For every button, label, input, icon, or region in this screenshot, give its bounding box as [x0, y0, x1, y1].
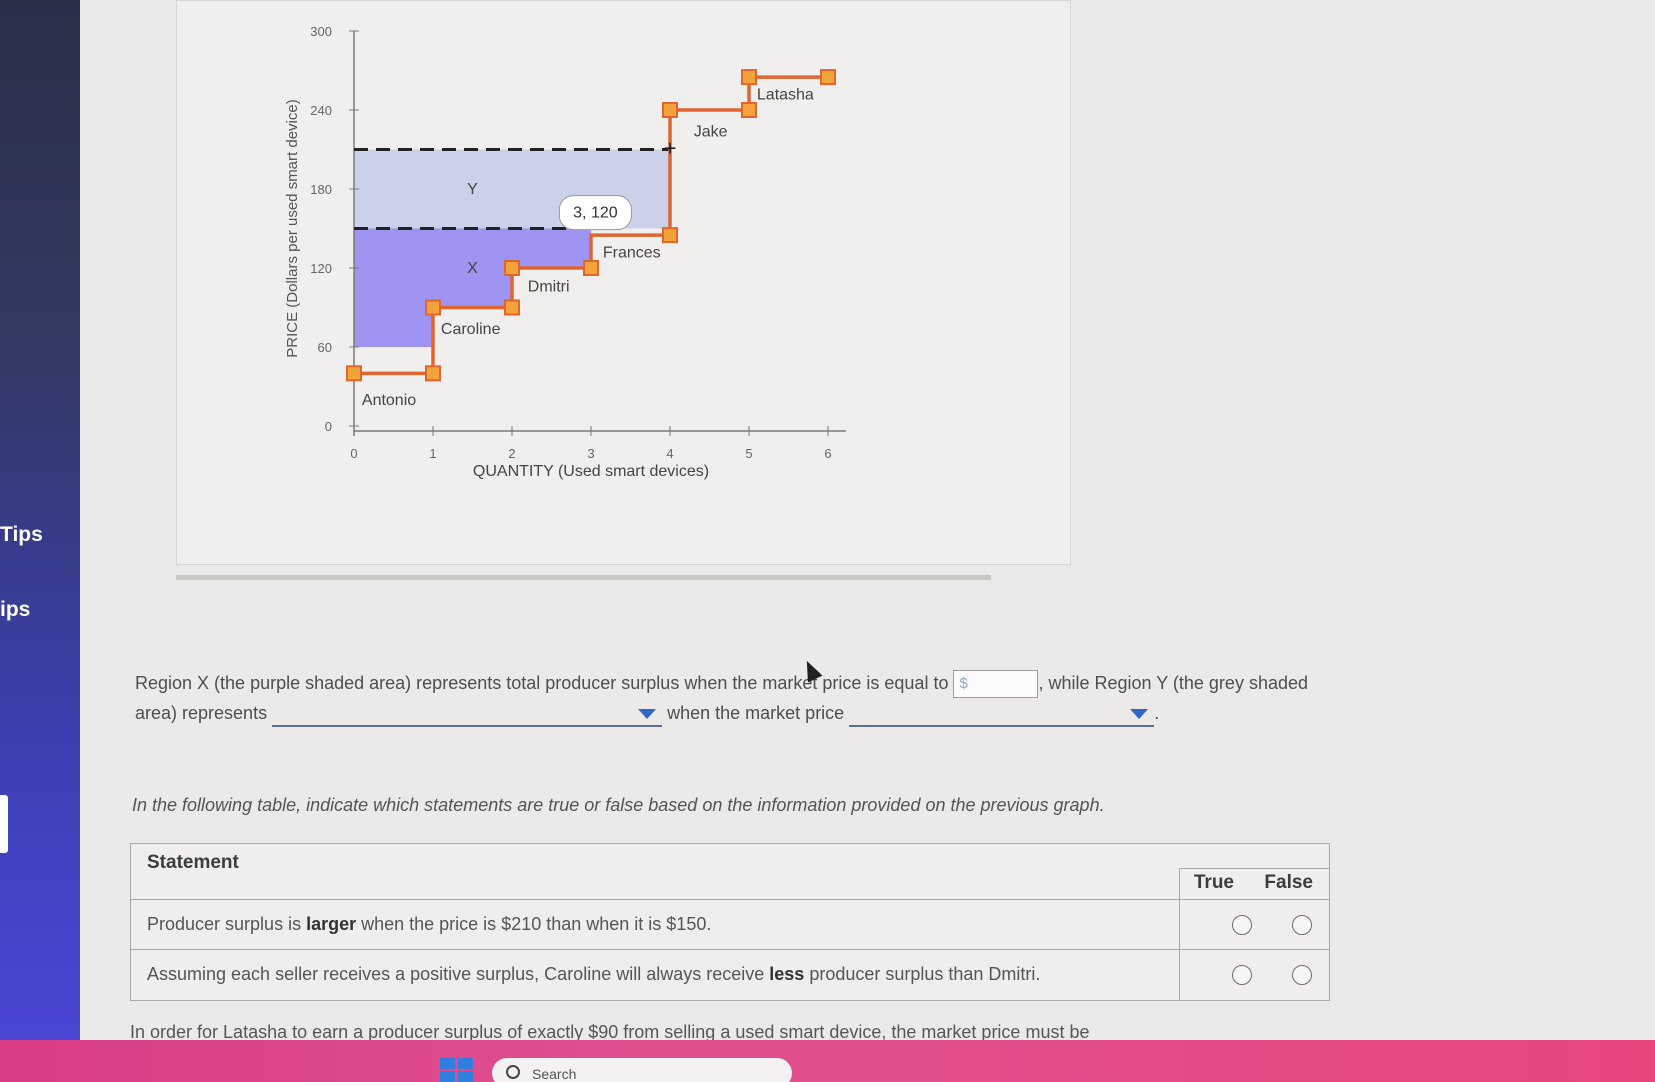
seller-label: Latasha [757, 86, 814, 103]
supply-point-marker [662, 102, 678, 118]
market-price-dropdown[interactable] [849, 703, 1155, 727]
question-text-5: . [1154, 703, 1160, 724]
fill-in-question: Region X (the purple shaded area) repres… [135, 668, 1535, 728]
true-false-table: Statement True False Producer surplus is… [130, 843, 1330, 1001]
crosshair-icon: + [664, 136, 677, 161]
x-tick-label: 5 [745, 446, 752, 461]
x-tick-label: 1 [429, 446, 436, 461]
coordinate-tooltip-text: 3, 120 [573, 205, 618, 222]
supply-point-marker [346, 365, 362, 382]
table-header: Statement True False [131, 844, 1329, 900]
graph-card: 0 60 120 180 240 300 0 1 2 3 4 5 6 QUANTITY (Used sma… [176, 0, 1071, 565]
seller-label: Caroline [441, 321, 501, 338]
section-divider [176, 575, 991, 580]
supply-point-marker [583, 260, 599, 276]
taskbar-search[interactable]: Search [492, 1058, 792, 1082]
seller-label: Jake [694, 123, 728, 140]
x-tick-label: 6 [824, 446, 831, 461]
table-instructions: In the following table, indicate which s… [132, 795, 1105, 815]
taskbar [0, 1040, 1655, 1082]
true-radio[interactable] [1232, 965, 1252, 985]
false-radio[interactable] [1292, 965, 1312, 985]
supply-point-marker [425, 299, 441, 316]
table-row: Producer surplus is larger when the pric… [131, 900, 1329, 950]
statement-text-part: Assuming each seller receives a positive… [147, 964, 770, 984]
false-radio[interactable] [1292, 915, 1312, 935]
region-y-represents-dropdown[interactable] [272, 703, 663, 727]
answer-cells [1179, 900, 1329, 949]
seller-label: Dmitri [528, 279, 570, 296]
y-tick-label: 0 [325, 419, 332, 434]
taskbar-search-label: Search [532, 1066, 577, 1082]
x-tick-label: 2 [508, 446, 515, 461]
chevron-down-icon [1130, 708, 1149, 719]
x-axis-label: QUANTITY (Used smart devices) [473, 463, 709, 480]
x-tick-label: 4 [666, 446, 673, 461]
y-tick-label: 120 [310, 261, 332, 276]
region-x-label: X [467, 260, 478, 277]
windows-start-icon[interactable] [440, 1058, 474, 1082]
producer-surplus-chart[interactable]: 0 60 120 180 240 300 0 1 2 3 4 5 6 QUANTITY (Used sma… [177, 1, 1072, 566]
seller-label: Antonio [362, 392, 416, 409]
main-content: 0 60 120 180 240 300 0 1 2 3 4 5 6 QUANTITY (Used sma… [80, 0, 1655, 1040]
supply-point-marker [820, 69, 836, 86]
y-tick-label: 240 [310, 103, 332, 118]
supply-point-marker [741, 102, 757, 118]
supply-point-marker [425, 365, 441, 382]
chevron-down-icon [638, 708, 657, 719]
x-tick-label: 0 [350, 446, 357, 461]
statement-text-part: when the price is $210 than when it is $… [356, 914, 712, 934]
sidebar-tips-label-2[interactable]: ips [0, 598, 30, 622]
supply-point-marker [504, 299, 520, 316]
y-tick-label: 180 [310, 182, 332, 197]
question-text-4: when the market price [667, 703, 845, 724]
statement-bold-word: less [769, 964, 805, 984]
question-text-2: , while Region Y (the grey shaded [1038, 673, 1308, 693]
next-question-text: In order for Latasha to earn a producer … [130, 1022, 1090, 1040]
search-icon [506, 1065, 520, 1079]
question-text-3: area) represents [135, 703, 268, 724]
header-false: False [1264, 872, 1313, 893]
statement-text: Producer surplus is larger when the pric… [147, 914, 711, 935]
supply-point-marker [504, 260, 520, 276]
true-radio[interactable] [1232, 915, 1252, 935]
table-row: Assuming each seller receives a positive… [131, 950, 1329, 1000]
sidebar-tips-label[interactable]: Tips [0, 523, 43, 547]
question-text-1: Region X (the purple shaded area) repres… [135, 673, 949, 693]
sidebar-active-indicator [0, 795, 8, 853]
y-tick-label: 60 [318, 340, 332, 355]
x-tick-label: 3 [587, 446, 594, 461]
supply-point-marker [741, 69, 757, 86]
y-axis-label: PRICE (Dollars per used smart device) [284, 99, 301, 357]
statement-bold-word: larger [306, 914, 357, 934]
statement-text-part: Producer surplus is [147, 914, 307, 934]
answer-cells [1179, 950, 1329, 1000]
statement-text: Assuming each seller receives a positive… [147, 964, 1040, 985]
price-input[interactable]: $ [953, 670, 1039, 699]
seller-label: Frances [603, 244, 661, 261]
header-statement: Statement [147, 852, 239, 873]
header-true: True [1193, 872, 1234, 893]
supply-point-marker [662, 227, 678, 244]
statement-text-part: producer surplus than Dmitri. [804, 964, 1041, 984]
left-sidebar: Tips ips [0, 0, 80, 1040]
region-y-label: Y [467, 181, 478, 198]
y-tick-label: 300 [310, 24, 332, 39]
